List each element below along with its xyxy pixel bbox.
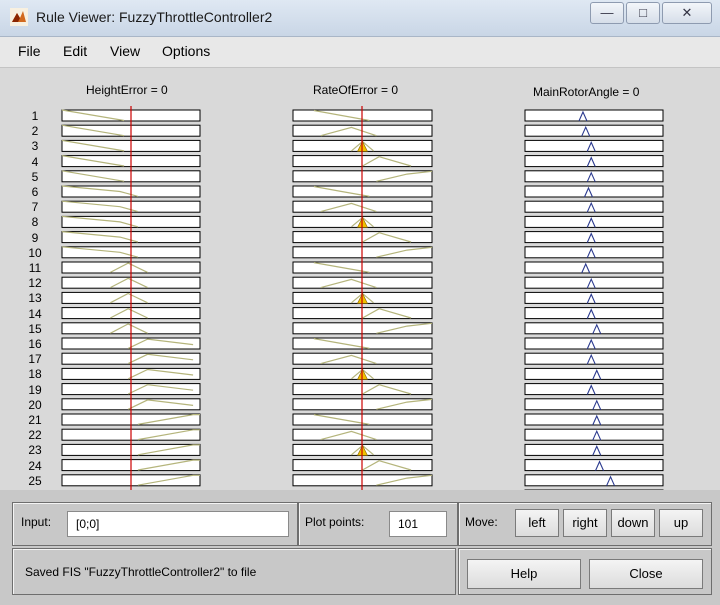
close-window-button[interactable]: ✕: [662, 2, 712, 24]
move-down-button[interactable]: down: [611, 509, 655, 537]
menu-file[interactable]: File: [18, 43, 41, 59]
input-group: Input: [0;0]: [12, 502, 298, 546]
menu-view[interactable]: View: [110, 43, 140, 59]
menu-bar: File Edit View Options: [0, 37, 720, 68]
plot-points-field[interactable]: 101: [389, 511, 447, 537]
title-bar: Rule Viewer: FuzzyThrottleController2 — …: [0, 0, 720, 37]
matlab-icon: [10, 8, 28, 26]
rule-cell: [524, 109, 664, 122]
close-icon: ✕: [681, 5, 693, 20]
help-button[interactable]: Help: [467, 559, 581, 589]
minimize-button[interactable]: —: [590, 2, 624, 24]
rule-cell: [524, 474, 664, 487]
rule-cell: [524, 185, 664, 198]
move-left-button[interactable]: left: [515, 509, 559, 537]
move-group: Move: left right down up: [458, 502, 712, 546]
actions-group: Help Close: [458, 548, 712, 595]
window-title: Rule Viewer: FuzzyThrottleController2: [36, 9, 273, 25]
rule-cell: [524, 124, 664, 137]
close-button[interactable]: Close: [589, 559, 703, 589]
maximize-button[interactable]: □: [626, 2, 660, 24]
controls-panel: Input: [0;0] Plot points: 101 Move: left…: [0, 490, 720, 605]
move-right-button[interactable]: right: [563, 509, 607, 537]
menu-options[interactable]: Options: [162, 43, 210, 59]
input-field[interactable]: [0;0]: [67, 511, 289, 537]
minimize-icon: —: [600, 5, 614, 20]
maximize-icon: □: [639, 5, 647, 20]
rule-cell: [524, 459, 664, 472]
move-up-button[interactable]: up: [659, 509, 703, 537]
menu-edit[interactable]: Edit: [63, 43, 87, 59]
rule-plots[interactable]: [0, 68, 720, 490]
rule-plot-area: HeightError = 0 RateOfError = 0 MainRoto…: [0, 68, 720, 490]
plot-points-label: Plot points:: [305, 515, 365, 529]
rule-cell: [524, 261, 664, 274]
input-label: Input:: [21, 515, 52, 529]
status-text: Saved FIS "FuzzyThrottleController2" to …: [25, 565, 257, 579]
move-label: Move:: [465, 515, 498, 529]
plot-points-group: Plot points: 101: [298, 502, 458, 546]
status-group: Saved FIS "FuzzyThrottleController2" to …: [12, 548, 456, 595]
